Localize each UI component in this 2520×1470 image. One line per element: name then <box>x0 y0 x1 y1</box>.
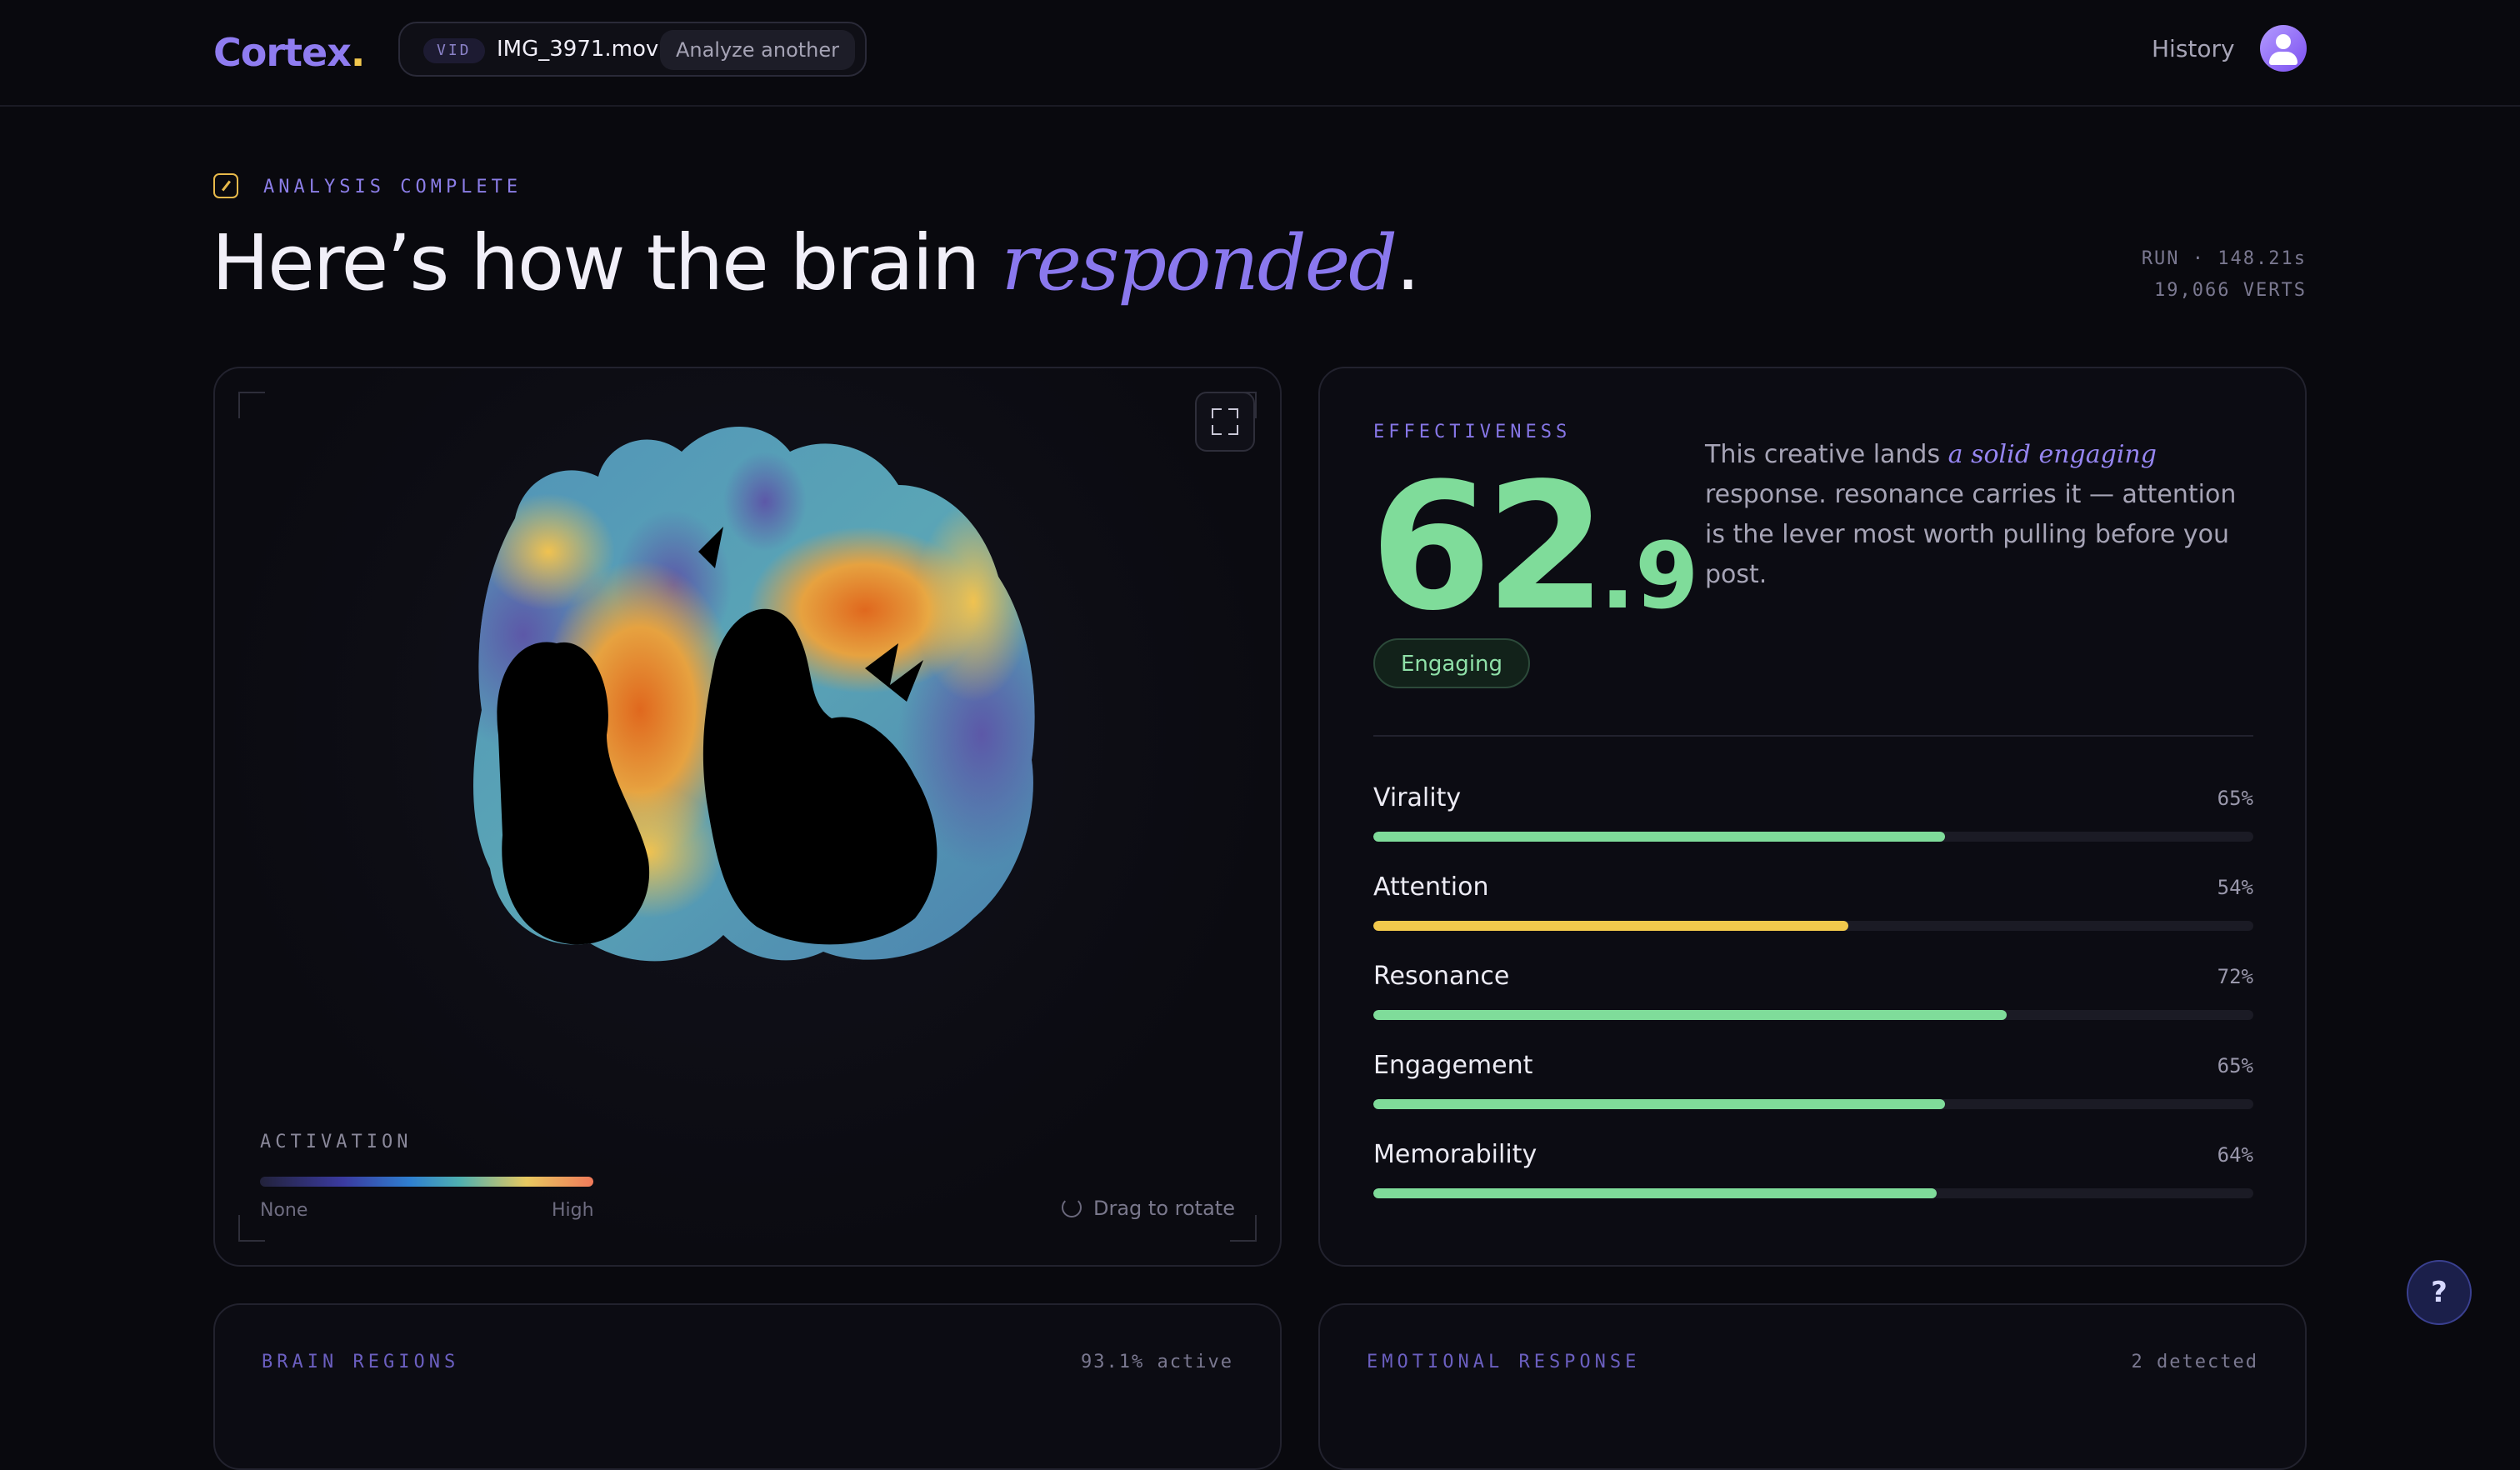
emotional-response-label: EMOTIONAL RESPONSE <box>1367 1352 1641 1372</box>
metric-track <box>1373 832 2253 842</box>
rotate-icon <box>1062 1198 1082 1218</box>
effectiveness-summary: This creative lands a solid engaging res… <box>1705 435 2255 595</box>
metric-track <box>1373 1099 2253 1109</box>
metric-fill <box>1373 1010 2008 1020</box>
file-pill: VID IMG_3971.mov Analyze another <box>398 22 867 77</box>
expand-icon-part <box>1212 425 1222 435</box>
brain-viewer-card[interactable]: ACTIVATION None High Drag to rotate <box>213 367 1282 1267</box>
metric-track <box>1373 1010 2253 1020</box>
brain-regions-meta: 93.1% active <box>1081 1352 1233 1372</box>
top-bar: Cortex. VID IMG_3971.mov Analyze another… <box>0 0 2520 107</box>
metric-row: Virality 65% <box>1373 783 2253 842</box>
help-button[interactable]: ? <box>2407 1260 2472 1325</box>
headline-end: . <box>1396 218 1420 308</box>
summary-end: response. resonance carries it — attenti… <box>1705 480 2237 589</box>
run-time: RUN · 148.21s <box>2141 248 2307 269</box>
metric-fill <box>1373 1188 1937 1198</box>
vertex-count: 19,066 VERTS <box>2154 280 2307 301</box>
rating-badge: Engaging <box>1373 638 1530 688</box>
status-check-icon <box>213 173 238 198</box>
headline-emphasis: responded <box>1001 218 1398 308</box>
user-icon <box>2276 34 2291 49</box>
expand-icon-part <box>1228 408 1238 418</box>
status-label: ANALYSIS COMPLETE <box>263 177 522 198</box>
metric-row: Attention 54% <box>1373 872 2253 931</box>
metric-name: Attention <box>1373 872 1489 902</box>
expand-icon <box>1212 408 1222 418</box>
divider <box>1373 735 2253 737</box>
activation-legend-title: ACTIVATION <box>260 1132 412 1152</box>
metric-value: 65% <box>2217 787 2253 810</box>
effectiveness-score: 62.9 <box>1370 460 1699 635</box>
fullscreen-button[interactable] <box>1195 392 1255 452</box>
metric-fill <box>1373 1099 1946 1109</box>
summary-emphasis: a solid engaging <box>1948 440 2157 469</box>
score-decimal: .9 <box>1600 522 1699 629</box>
metric-name: Resonance <box>1373 962 1510 991</box>
metric-value: 72% <box>2217 965 2253 988</box>
metric-name: Engagement <box>1373 1051 1533 1080</box>
summary-start: This creative lands <box>1705 440 1948 469</box>
metric-value: 54% <box>2217 876 2253 899</box>
page-title: Here’s how the brain responded. <box>212 218 1420 308</box>
brain-3d-render[interactable] <box>398 385 1082 985</box>
metric-value: 65% <box>2217 1054 2253 1078</box>
brain-regions-card: BRAIN REGIONS 93.1% active <box>213 1303 1282 1470</box>
legend-low-label: None <box>260 1200 308 1221</box>
emotional-response-meta: 2 detected <box>2131 1352 2258 1372</box>
metric-track <box>1373 1188 2253 1198</box>
activation-color-scale <box>260 1177 593 1187</box>
file-type-badge: VID <box>423 38 485 63</box>
metric-row: Engagement 65% <box>1373 1051 2253 1109</box>
drag-hint-text: Drag to rotate <box>1093 1197 1235 1220</box>
effectiveness-label: EFFECTIVENESS <box>1373 422 1572 442</box>
run-meta: RUN · 148.21s 19,066 VERTS <box>2142 243 2307 307</box>
metric-track <box>1373 921 2253 931</box>
emotional-response-card: EMOTIONAL RESPONSE 2 detected <box>1318 1303 2307 1470</box>
user-icon-body <box>2269 52 2298 65</box>
metric-row: Resonance 72% <box>1373 962 2253 1020</box>
logo-text: Cortex <box>213 30 352 75</box>
metric-fill <box>1373 921 1849 931</box>
metric-value: 64% <box>2217 1143 2253 1167</box>
metric-name: Memorability <box>1373 1140 1538 1169</box>
metric-name: Virality <box>1373 783 1462 812</box>
effectiveness-card: EFFECTIVENESS 62.9 Engaging This creativ… <box>1318 367 2307 1267</box>
frame-corner <box>238 392 265 418</box>
avatar[interactable] <box>2260 25 2307 72</box>
logo[interactable]: Cortex. <box>213 30 366 75</box>
headline-start: Here’s how the brain <box>212 218 1002 308</box>
metric-row: Memorability 64% <box>1373 1140 2253 1198</box>
brain-regions-label: BRAIN REGIONS <box>262 1352 460 1372</box>
score-integer: 62 <box>1370 445 1607 649</box>
logo-dot: . <box>350 30 366 75</box>
legend-high-label: High <box>552 1200 594 1221</box>
drag-hint: Drag to rotate <box>1062 1197 1235 1220</box>
file-name: IMG_3971.mov <box>497 37 659 62</box>
metric-fill <box>1373 832 1946 842</box>
analyze-another-button[interactable]: Analyze another <box>660 30 855 70</box>
history-link[interactable]: History <box>2152 35 2235 62</box>
expand-icon-part <box>1228 425 1238 435</box>
